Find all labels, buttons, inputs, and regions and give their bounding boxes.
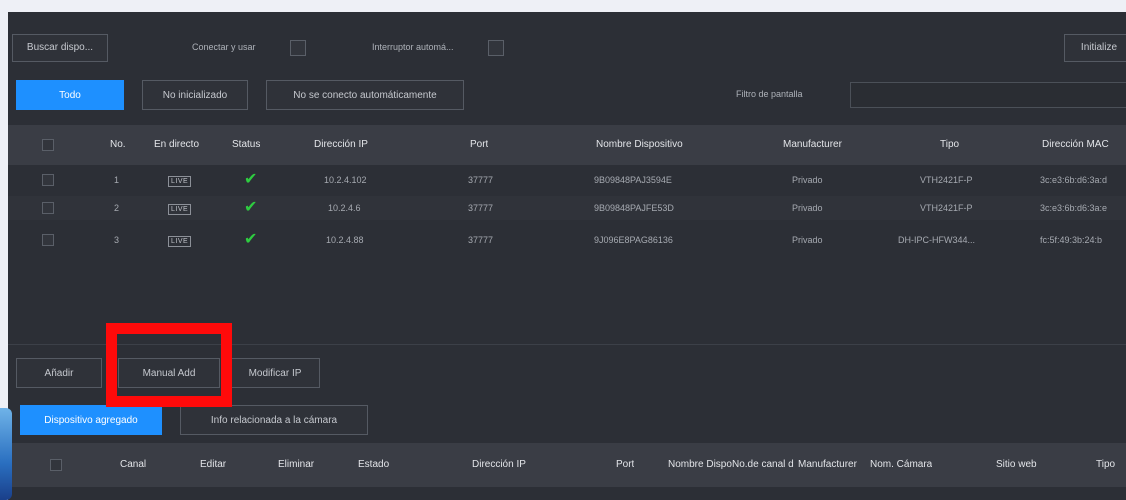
- col-type: Tipo: [1096, 459, 1116, 470]
- col-port: Port: [616, 459, 635, 470]
- live-badge[interactable]: LIVE: [168, 236, 192, 247]
- col-edit: Editar: [200, 459, 227, 470]
- row-type: VTH2421F-P: [920, 203, 973, 213]
- tab-not-initialized[interactable]: No inicializado: [142, 80, 248, 110]
- col-delete: Eliminar: [278, 459, 315, 470]
- live-button[interactable]: LIVE: [168, 228, 192, 252]
- modify-ip-button[interactable]: Modificar IP: [230, 358, 320, 388]
- col-status: Status: [232, 139, 261, 150]
- row-mac: 3c:e3:6b:d6:3a:e: [1040, 203, 1108, 213]
- row-checkbox[interactable]: [42, 202, 54, 214]
- col-port: Port: [470, 139, 489, 150]
- row-mac: fc:5f:49:3b:24:b: [1040, 235, 1103, 245]
- plug-and-play-label: Conectar y usar: [192, 42, 256, 52]
- col-manufacturer: Manufacturer: [798, 459, 857, 470]
- select-all-added-checkbox[interactable]: [50, 459, 62, 471]
- col-type: Tipo: [940, 139, 960, 150]
- col-camera-name: Nom. Cámara: [870, 459, 933, 470]
- tab-added-devices[interactable]: Dispositivo agregado: [20, 405, 162, 435]
- highlight-box: [106, 323, 232, 407]
- row-manufacturer: Privado: [792, 203, 823, 213]
- row-ip: 10.2.4.6: [328, 203, 361, 213]
- tab-camera-info[interactable]: Info relacionada a la cámara: [180, 405, 368, 435]
- plug-and-play-checkbox[interactable]: [290, 40, 306, 56]
- live-badge[interactable]: LIVE: [168, 204, 192, 215]
- col-channel: Canal: [120, 459, 147, 470]
- tab-all[interactable]: Todo: [16, 80, 124, 110]
- row-device-name: 9J096E8PAG86136: [594, 235, 673, 245]
- row-type: VTH2421F-P: [920, 175, 973, 185]
- row-no: 2: [114, 203, 120, 213]
- live-button[interactable]: LIVE: [168, 196, 192, 220]
- col-website: Sitio web: [996, 459, 1037, 470]
- col-live: En directo: [154, 139, 200, 150]
- col-ip: Dirección IP: [472, 459, 526, 470]
- auto-switch-label: Interruptor automá...: [372, 42, 454, 52]
- add-button[interactable]: Añadir: [16, 358, 102, 388]
- auto-switch-checkbox[interactable]: [488, 40, 504, 56]
- tab-not-auto-connected[interactable]: No se conecto automáticamente: [266, 80, 464, 110]
- check-icon: ✔: [244, 199, 258, 216]
- row-manufacturer: Privado: [792, 175, 823, 185]
- col-channel-no: No.de canal d: [732, 459, 794, 470]
- col-state: Estado: [358, 459, 390, 470]
- col-device-name: Nombre Dispo: [668, 459, 732, 470]
- select-all-checkbox[interactable]: [42, 139, 54, 151]
- col-no: No.: [110, 139, 126, 150]
- row-device-name: 9B09848PAJFE53D: [594, 203, 674, 213]
- row-checkbox[interactable]: [42, 174, 54, 186]
- table-row[interactable]: 2 LIVE ✔ 10.2.4.6 37777 9B09848PAJFE53D …: [8, 196, 1126, 220]
- col-ip: Dirección IP: [314, 139, 368, 150]
- devices-table-header: No. En directo Status Dirección IP Port …: [8, 125, 1126, 165]
- screen-filter-input[interactable]: [850, 82, 1126, 108]
- row-device-name: 9B09848PAJ3594E: [594, 175, 672, 185]
- row-manufacturer: Privado: [792, 235, 823, 245]
- row-no: 1: [114, 175, 120, 185]
- col-mac: Dirección MAC: [1042, 139, 1109, 150]
- row-ip: 10.2.4.102: [324, 175, 367, 185]
- col-manufacturer: Manufacturer: [783, 139, 842, 150]
- added-table-header: Canal Editar Eliminar Estado Dirección I…: [8, 443, 1126, 487]
- table-row[interactable]: 1 LIVE ✔ 10.2.4.102 37777 9B09848PAJ3594…: [8, 168, 1126, 192]
- background-decoration: [0, 408, 12, 500]
- check-icon: ✔: [244, 231, 258, 248]
- row-type: DH-IPC-HFW344...: [898, 235, 976, 245]
- row-ip: 10.2.4.88: [326, 235, 364, 245]
- search-devices-button[interactable]: Buscar dispo...: [12, 34, 108, 62]
- check-icon: ✔: [244, 171, 258, 188]
- row-mac: 3c:e3:6b:d6:3a:d: [1040, 175, 1108, 185]
- initialize-button[interactable]: Initialize: [1064, 34, 1126, 62]
- col-device-name: Nombre Dispositivo: [596, 139, 683, 150]
- screen-filter-label: Filtro de pantalla: [736, 89, 803, 99]
- row-port: 37777: [468, 175, 494, 185]
- live-badge[interactable]: LIVE: [168, 176, 192, 187]
- table-row[interactable]: 3 LIVE ✔ 10.2.4.88 37777 9J096E8PAG86136…: [8, 228, 1126, 252]
- row-port: 37777: [468, 235, 494, 245]
- row-port: 37777: [468, 203, 494, 213]
- row-checkbox[interactable]: [42, 234, 54, 246]
- row-no: 3: [114, 235, 120, 245]
- live-button[interactable]: LIVE: [168, 168, 192, 192]
